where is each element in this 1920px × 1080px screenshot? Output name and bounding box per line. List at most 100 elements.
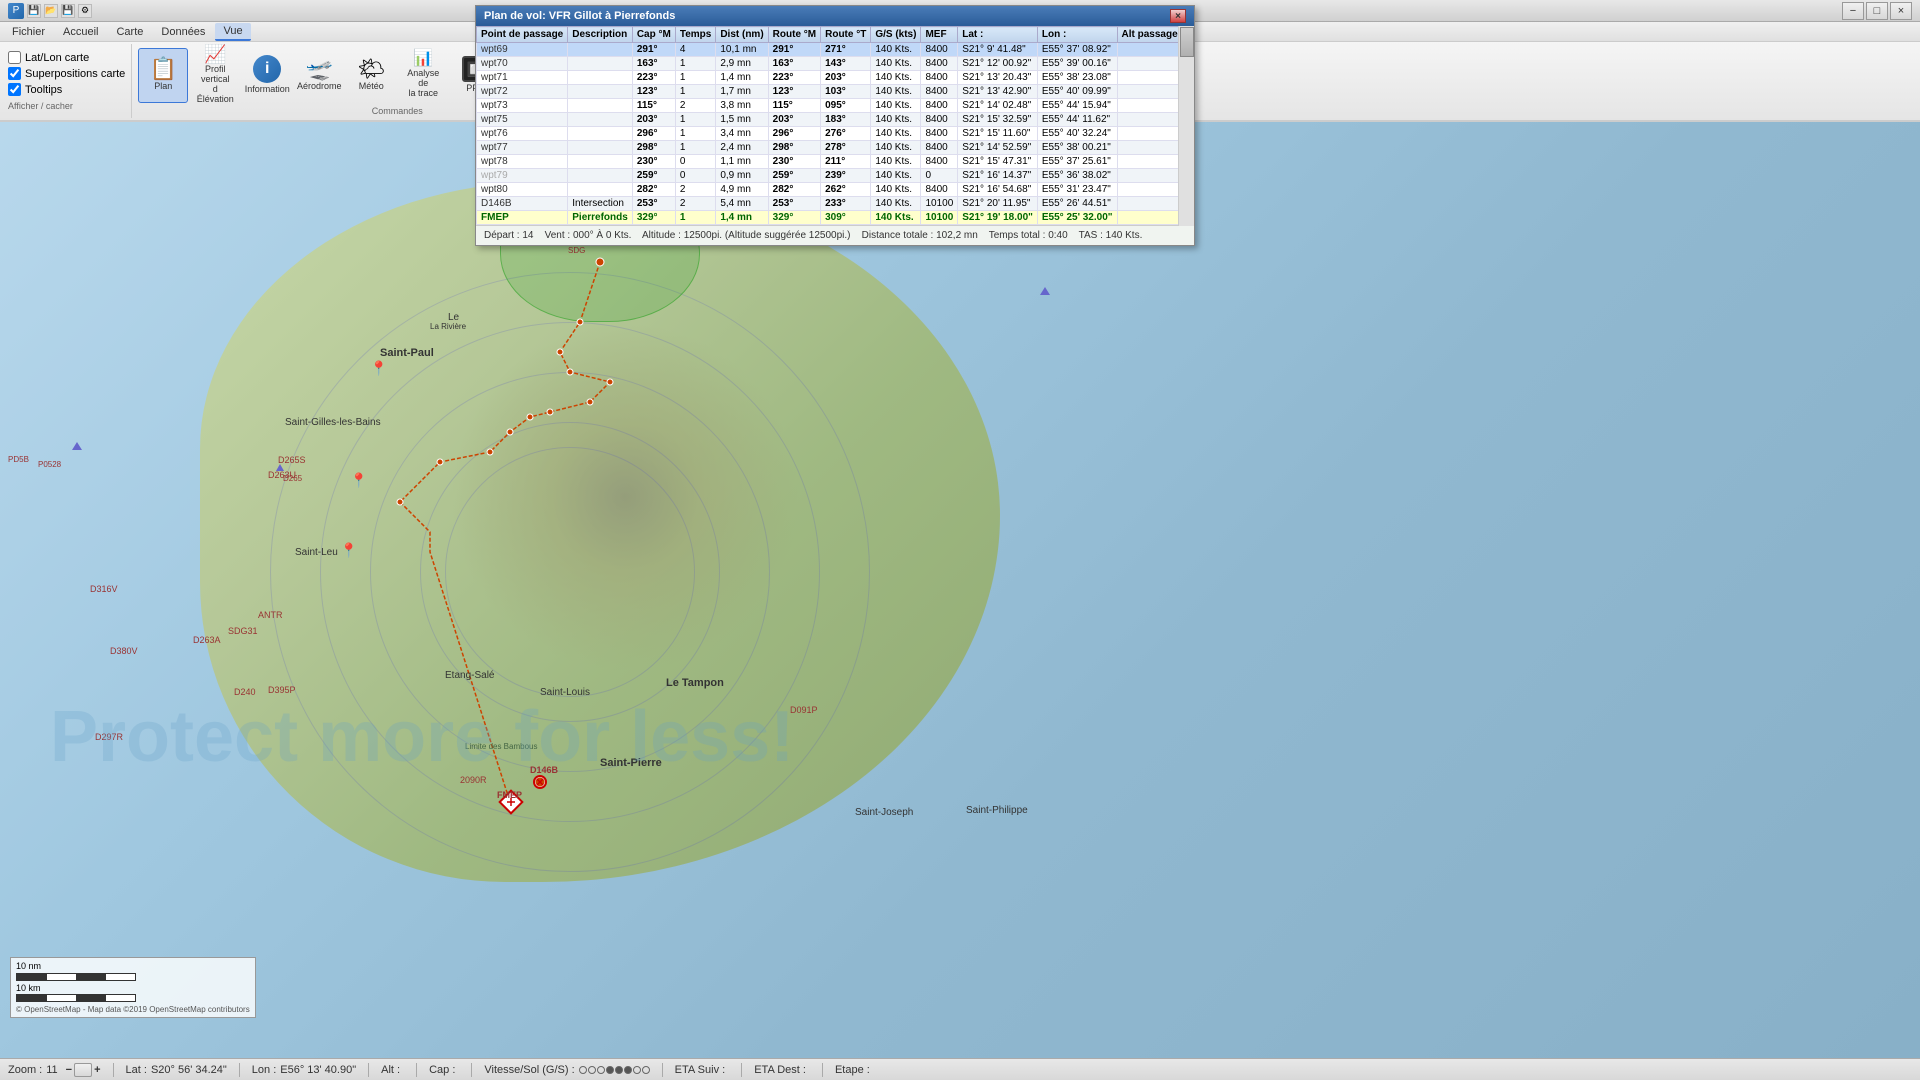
analyse-button[interactable]: 📊 Analyse dela trace bbox=[398, 48, 448, 103]
label-d380v: D380V bbox=[110, 646, 138, 656]
col-temps: Temps bbox=[675, 27, 716, 43]
triangle-marker-2 bbox=[276, 464, 284, 471]
label-2090r: 2090R bbox=[460, 775, 487, 785]
flightplan-close-button[interactable]: × bbox=[1170, 9, 1186, 23]
label-antr: ANTR bbox=[258, 610, 283, 620]
minimize-button[interactable]: − bbox=[1842, 2, 1864, 20]
menu-donnees[interactable]: Données bbox=[153, 24, 213, 40]
col-dist: Dist (nm) bbox=[716, 27, 768, 43]
footer-temps: Temps total : 0:40 bbox=[989, 230, 1068, 241]
triangle-marker-3 bbox=[1040, 287, 1050, 295]
scrollbar[interactable] bbox=[1178, 26, 1194, 226]
lat-label: Lat : bbox=[126, 1064, 147, 1076]
scale-bar-nm bbox=[16, 973, 136, 981]
checkbox-latlon[interactable]: Lat/Lon carte bbox=[8, 51, 125, 64]
table-row[interactable]: wpt76296°13,4 mn296°276°140 Kts.8400S21°… bbox=[477, 127, 1195, 141]
scrollbar-thumb[interactable] bbox=[1180, 27, 1194, 57]
label-etang-sale: Etang-Salé bbox=[445, 670, 494, 681]
cap-label: Cap : bbox=[429, 1064, 455, 1076]
label-limite-bambous: Limite des Bambous bbox=[465, 742, 537, 751]
table-row[interactable]: wpt69291°410,1 mn291°271°140 Kts.8400S21… bbox=[477, 43, 1195, 57]
profil-button[interactable]: 📈 Profil verticald Élévation bbox=[190, 48, 240, 103]
label-d091p: D091P bbox=[790, 705, 818, 715]
table-row[interactable]: FMEPPierrefonds329°11,4 mn329°309°140 Kt… bbox=[477, 211, 1195, 225]
scale-label-km: 10 km bbox=[16, 983, 250, 993]
label-saint-pierre: Saint-Pierre bbox=[600, 757, 662, 769]
map-background: Saint-Denis Saint-Paul Saint-Gilles-les-… bbox=[0, 122, 1920, 1058]
table-row[interactable]: wpt77298°12,4 mn298°278°140 Kts.8400S21°… bbox=[477, 141, 1195, 155]
eta-dest-label: ETA Dest : bbox=[754, 1064, 806, 1076]
checkbox-tooltips[interactable]: Tooltips bbox=[8, 83, 125, 96]
zoom-plus-btn[interactable]: + bbox=[94, 1064, 100, 1076]
table-row[interactable]: wpt75203°11,5 mn203°183°140 Kts.8400S21°… bbox=[477, 113, 1195, 127]
information-label: Information bbox=[245, 85, 290, 95]
label-le-tampon: Le Tampon bbox=[666, 677, 724, 689]
scalebar: 10 nm 10 km © OpenStreetMap - Map data ©… bbox=[10, 957, 256, 1018]
meteo-icon: 🌤 bbox=[357, 58, 385, 80]
label-d265: D265 bbox=[283, 474, 302, 483]
speed-dot-4 bbox=[606, 1066, 614, 1074]
speed-dot-7 bbox=[633, 1066, 641, 1074]
information-button[interactable]: i Information bbox=[242, 48, 292, 103]
col-route-t: Route °T bbox=[821, 27, 871, 43]
scale-bar-km bbox=[16, 994, 136, 1002]
menu-fichier[interactable]: Fichier bbox=[4, 24, 53, 40]
label-d297r: D297R bbox=[95, 732, 123, 742]
col-gs: G/S (kts) bbox=[871, 27, 921, 43]
col-waypoint: Point de passage bbox=[477, 27, 568, 43]
vitesse-label: Vitesse/Sol (G/S) : bbox=[484, 1064, 574, 1076]
menu-vue[interactable]: Vue bbox=[215, 23, 250, 41]
speed-indicator bbox=[579, 1066, 650, 1074]
zoom-label: Zoom : bbox=[8, 1064, 42, 1076]
speed-dot-6 bbox=[624, 1066, 632, 1074]
label-p0528: P0528 bbox=[38, 460, 61, 469]
col-lon: Lon : bbox=[1037, 27, 1117, 43]
close-button[interactable]: × bbox=[1890, 2, 1912, 20]
speed-dot-3 bbox=[597, 1066, 605, 1074]
table-row[interactable]: wpt78230°01,1 mn230°211°140 Kts.8400S21°… bbox=[477, 155, 1195, 169]
table-row[interactable]: D146BIntersection253°25,4 mn253°233°140 … bbox=[477, 197, 1195, 211]
triangle-marker-1 bbox=[72, 442, 82, 450]
footer-distance: Distance totale : 102,2 mn bbox=[862, 230, 978, 241]
table-row[interactable]: wpt79259°00,9 mn259°239°140 Kts.0S21° 16… bbox=[477, 169, 1195, 183]
flightplan-header[interactable]: Plan de vol: VFR Gillot à Pierrefonds × bbox=[476, 6, 1194, 26]
lon-label: Lon : bbox=[252, 1064, 276, 1076]
label-d240: D240 bbox=[234, 687, 256, 697]
menu-carte[interactable]: Carte bbox=[108, 24, 151, 40]
checkbox-superpositions[interactable]: Superpositions carte bbox=[8, 67, 125, 80]
label-saint-paul: Saint-Paul bbox=[380, 347, 434, 359]
table-row[interactable]: wpt80282°24,9 mn282°262°140 Kts.8400S21°… bbox=[477, 183, 1195, 197]
aerodrome-button[interactable]: 🛫 Aérodrome bbox=[294, 48, 344, 103]
toolbar-left-group: Lat/Lon carte Superpositions carte Toolt… bbox=[2, 44, 132, 118]
flightplan-table-wrap[interactable]: Point de passage Description Cap °M Temp… bbox=[476, 26, 1194, 225]
col-mef: MEF bbox=[921, 27, 958, 43]
table-row[interactable]: wpt70163°12,9 mn163°143°140 Kts.8400S21°… bbox=[477, 57, 1195, 71]
copyright-label: © OpenStreetMap - Map data ©2019 OpenStr… bbox=[16, 1005, 250, 1014]
profil-icon: 📈 bbox=[204, 45, 226, 63]
flightplan-title: Plan de vol: VFR Gillot à Pierrefonds bbox=[484, 10, 675, 22]
lat-value: S20° 56' 34.24" bbox=[151, 1064, 227, 1076]
table-row[interactable]: wpt73115°23,8 mn115°095°140 Kts.8400S21°… bbox=[477, 99, 1195, 113]
profil-label: Profil verticald Élévation bbox=[193, 65, 237, 105]
col-desc: Description bbox=[568, 27, 633, 43]
menu-accueil[interactable]: Accueil bbox=[55, 24, 106, 40]
speed-dot-8 bbox=[642, 1066, 650, 1074]
label-sdg31: SDG31 bbox=[228, 626, 258, 636]
zoom-slider[interactable] bbox=[74, 1063, 92, 1077]
map-area[interactable]: Saint-Denis Saint-Paul Saint-Gilles-les-… bbox=[0, 122, 1920, 1058]
table-row[interactable]: wpt72123°11,7 mn123°103°140 Kts.8400S21°… bbox=[477, 85, 1195, 99]
maximize-button[interactable]: □ bbox=[1866, 2, 1888, 20]
footer-depart: Départ : 14 bbox=[484, 230, 533, 241]
meteo-button[interactable]: 🌤 Météo bbox=[346, 48, 396, 103]
label-saint-joseph: Saint-Joseph bbox=[855, 807, 913, 818]
label-d395p: D395P bbox=[268, 685, 296, 695]
meteo-label: Météo bbox=[359, 82, 384, 92]
zoom-minus-btn[interactable]: − bbox=[66, 1064, 72, 1076]
plan-button[interactable]: 📋 Plan bbox=[138, 48, 188, 103]
table-row[interactable]: wpt71223°11,4 mn223°203°140 Kts.8400S21°… bbox=[477, 71, 1195, 85]
plan-label: Plan bbox=[154, 82, 172, 92]
flightplan-table: Point de passage Description Cap °M Temp… bbox=[476, 26, 1194, 225]
label-saint-philippe: Saint-Philippe bbox=[966, 805, 1028, 816]
footer-vent: Vent : 000° À 0 Kts. bbox=[545, 230, 632, 241]
footer-tas: TAS : 140 Kts. bbox=[1079, 230, 1143, 241]
